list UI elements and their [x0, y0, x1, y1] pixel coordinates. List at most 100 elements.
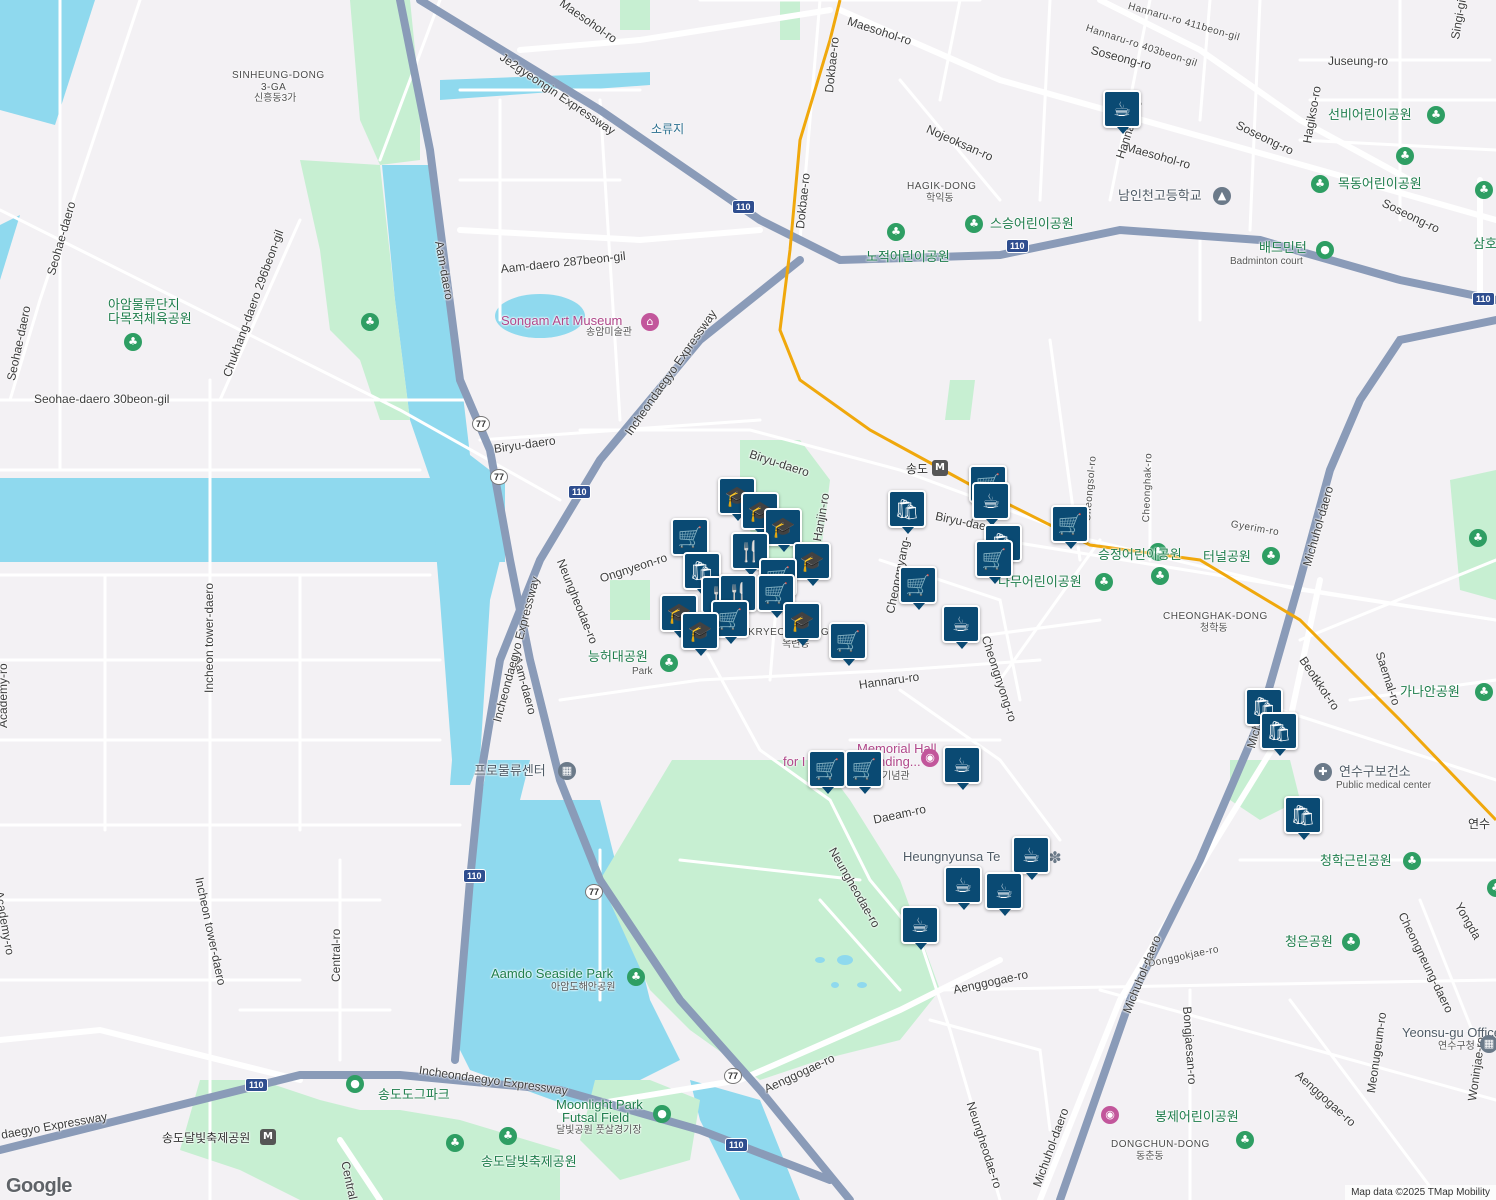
- graduation-cap-icon[interactable]: 🎓: [764, 508, 802, 552]
- coffee-icon[interactable]: ☕: [943, 746, 981, 790]
- poi-label-songdo-moonlight-festival-park[interactable]: 송도달빛축제공원: [481, 1155, 577, 1169]
- poi-label-tunnel-park[interactable]: 터널공원: [1203, 550, 1251, 564]
- park-icon[interactable]: ♣: [1095, 573, 1113, 591]
- dog-park-icon[interactable]: ●: [346, 1075, 364, 1093]
- water-label-soryuji: 소류지: [651, 122, 685, 136]
- camera-icon[interactable]: ◉: [1101, 1106, 1119, 1124]
- shopping-cart-icon[interactable]: 🛒: [829, 622, 867, 666]
- park-icon[interactable]: ♣: [446, 1134, 464, 1152]
- poi-label-prologis-center[interactable]: 프로물류센터: [474, 764, 546, 778]
- shopping-bag-icon[interactable]: 🛍: [1260, 712, 1298, 756]
- poi-label-memorial-hall-for[interactable]: for I: [783, 755, 805, 769]
- sports-icon[interactable]: ●: [1316, 241, 1334, 259]
- park-icon[interactable]: ♣: [1236, 1131, 1254, 1149]
- poi-label-badminton[interactable]: 배드민턴: [1259, 241, 1307, 255]
- government-icon[interactable]: ▦: [1480, 1035, 1496, 1053]
- park-icon[interactable]: ♣: [965, 215, 983, 233]
- district-label-dongchun-ko: 동춘동: [1136, 1151, 1164, 1162]
- map-canvas[interactable]: 110 110 110 110 110 110 110 77 77 77 77 …: [0, 0, 1496, 1200]
- poi-label-namin-high-school[interactable]: 남인천고등학교: [1118, 189, 1202, 203]
- expressway-77-shield: 77: [724, 1068, 743, 1084]
- google-logo: Google: [6, 1175, 72, 1197]
- coffee-icon[interactable]: ☕: [942, 605, 980, 649]
- poi-label-aamdo-seaside-park[interactable]: Aamdo Seaside Park: [491, 967, 613, 981]
- school-icon[interactable]: ▲: [1213, 187, 1231, 205]
- poi-label-yeonsu-health-center[interactable]: 연수구보건소: [1339, 765, 1411, 779]
- graduation-cap-icon[interactable]: 🎓: [793, 542, 831, 586]
- shopping-cart-icon[interactable]: 🛒: [808, 750, 846, 794]
- museum-icon[interactable]: ⌂: [641, 313, 659, 331]
- road-label-academy-ro: Academy-ro: [0, 663, 10, 728]
- expressway-110-shield: 110: [725, 1138, 748, 1152]
- park-icon[interactable]: ♣: [1311, 175, 1329, 193]
- park-icon[interactable]: ♣: [1151, 567, 1169, 585]
- poi-label-aam-logistics-park[interactable]: 아암물류단지: [108, 298, 180, 312]
- poi-label-futsal-field[interactable]: Futsal Field: [562, 1111, 629, 1125]
- shopping-cart-icon[interactable]: 🛒: [975, 540, 1013, 584]
- park-icon[interactable]: ♣: [627, 968, 645, 986]
- poi-label-seungjeong-park[interactable]: 승정어린이공원: [1098, 548, 1182, 562]
- park-icon[interactable]: ♣: [1469, 529, 1487, 547]
- poi-label-seungeo-park[interactable]: 스승어린이공원: [990, 217, 1074, 231]
- poi-label-cheongeun-park[interactable]: 청은공원: [1285, 935, 1333, 949]
- coffee-icon[interactable]: ☕: [972, 482, 1010, 526]
- poi-label-memorial-hall-landing[interactable]: nding...: [878, 755, 921, 769]
- coffee-icon[interactable]: ☕: [1103, 90, 1141, 134]
- camera-icon[interactable]: ◉: [921, 749, 939, 767]
- sports-field-icon[interactable]: ●: [653, 1105, 671, 1123]
- park-icon[interactable]: ♣: [361, 313, 379, 331]
- poi-label-songdo-dog-park[interactable]: 송도도그파크: [378, 1088, 450, 1102]
- park-icon[interactable]: ♣: [1427, 106, 1445, 124]
- graduation-cap-icon[interactable]: 🎓: [783, 602, 821, 646]
- park-icon[interactable]: ♣: [1475, 683, 1493, 701]
- metro-station-icon[interactable]: M: [260, 1129, 276, 1145]
- hospital-icon[interactable]: ✚: [1314, 763, 1332, 781]
- poi-label-multipurpose-sports-park[interactable]: 다목적체육공원: [108, 312, 192, 326]
- road-label-juseung-ro: Juseung-ro: [1328, 54, 1389, 68]
- poi-label-nojeok-park[interactable]: 노적어린이공원: [866, 250, 950, 264]
- place-label-samho: 삼호: [1473, 236, 1496, 251]
- poi-label-neungheo-park-en: Park: [632, 666, 653, 677]
- poi-label-aamdo-seaside-park-ko: 아암도해안공원: [551, 982, 616, 993]
- district-label-cheonghak-ko: 청학동: [1200, 623, 1228, 634]
- expressway-77-shield: 77: [585, 884, 604, 900]
- road-label-incheon-tower-daero: Incheon tower-daero: [202, 582, 216, 693]
- park-icon[interactable]: ♣: [1475, 181, 1493, 199]
- poi-label-heungnyunsa-temple[interactable]: Heungnyunsa Te: [903, 850, 1000, 864]
- park-icon[interactable]: ♣: [499, 1127, 517, 1145]
- poi-label-cheonghak-neighborhood-park[interactable]: 청학근린공원: [1320, 854, 1392, 868]
- park-icon[interactable]: ♣: [887, 223, 905, 241]
- coffee-icon[interactable]: ☕: [901, 906, 939, 950]
- shopping-cart-icon[interactable]: 🛒: [671, 518, 709, 562]
- station-label-songdo-moonlight-festival-park[interactable]: 송도달빛축제공원: [162, 1131, 250, 1145]
- coffee-icon[interactable]: ☕: [1012, 836, 1050, 880]
- shopping-bag-icon[interactable]: 🛍: [888, 490, 926, 534]
- shopping-cart-icon[interactable]: 🛒: [899, 566, 937, 610]
- poi-label-gaanan-park[interactable]: 가나안공원: [1400, 685, 1460, 699]
- expressway-110-shield: 110: [463, 869, 486, 883]
- poi-label-seonbi-park[interactable]: 선비어린이공원: [1328, 108, 1412, 122]
- poi-label-neungheo-park[interactable]: 능허대공원: [588, 650, 648, 664]
- poi-label-bongje-park[interactable]: 봉제어린이공원: [1155, 1110, 1239, 1124]
- park-icon[interactable]: ♣: [1396, 147, 1414, 165]
- park-icon[interactable]: ♣: [1403, 852, 1421, 870]
- shopping-bag-icon[interactable]: 🛍: [1284, 796, 1322, 840]
- poi-label-mokdong-park[interactable]: 목동어린이공원: [1338, 177, 1422, 191]
- shopping-cart-icon[interactable]: 🛒: [1051, 505, 1089, 549]
- park-icon[interactable]: ♣: [660, 654, 678, 672]
- road-label-central-ro: Central-ro: [329, 928, 343, 982]
- metro-station-icon[interactable]: M: [932, 460, 948, 476]
- poi-label-public-medical-center: Public medical center: [1336, 780, 1432, 791]
- park-icon[interactable]: ♣: [124, 333, 142, 351]
- poi-label-moonlight-futsal-ko: 달빛공원 풋살경기장: [556, 1125, 642, 1136]
- expressway-77-shield: 77: [490, 469, 509, 485]
- building-icon[interactable]: ▦: [558, 762, 576, 780]
- coffee-icon[interactable]: ☕: [944, 866, 982, 910]
- graduation-cap-icon[interactable]: 🎓: [681, 612, 719, 656]
- park-icon[interactable]: ♣: [1342, 933, 1360, 951]
- map-attribution[interactable]: Map data ©2025 TMap Mobility: [1345, 1185, 1496, 1200]
- park-icon[interactable]: ♣: [1262, 547, 1280, 565]
- shopping-cart-icon[interactable]: 🛒: [845, 750, 883, 794]
- road-label-cheonghak-ro: Cheonghak-ro: [1140, 452, 1155, 523]
- coffee-icon[interactable]: ☕: [985, 872, 1023, 916]
